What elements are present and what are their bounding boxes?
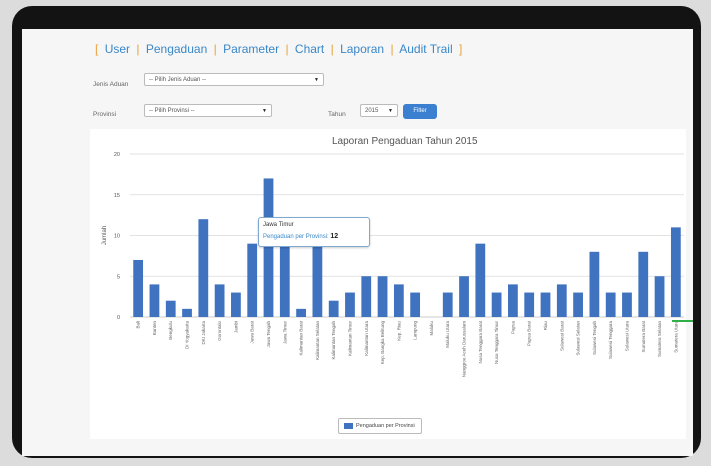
x-tick-label: Kalimantan Barat	[299, 320, 304, 355]
bar	[491, 292, 502, 317]
bar	[670, 227, 681, 317]
bar	[524, 292, 535, 317]
x-tick-label: Gorontalo	[217, 321, 222, 341]
bar	[328, 300, 339, 317]
x-tick-label: DI Yogyakarta	[185, 321, 190, 350]
bar	[263, 178, 274, 317]
x-tick-label: Riau	[543, 321, 548, 331]
bar	[247, 243, 258, 317]
tooltip-series-label: Pengaduan per Provinsi	[263, 234, 328, 240]
x-tick-label: Kalimantan Tengah	[331, 321, 336, 360]
tooltip-series: Pengaduan per Provinsi: 12	[263, 233, 339, 240]
bar	[589, 251, 600, 317]
x-tick-label: Sulawesi Selatan	[576, 321, 581, 356]
x-tick-label: Nanggroe Aceh Darussalam	[462, 321, 467, 378]
x-tick-label: Bali	[136, 321, 141, 329]
bar	[573, 292, 583, 317]
bar	[410, 292, 421, 317]
bar	[361, 276, 372, 317]
bar	[231, 292, 241, 317]
x-tick-label: Jawa Timur	[282, 321, 287, 345]
bar	[296, 308, 306, 317]
bar	[393, 284, 404, 317]
x-tick-label: Sumatera Utara	[673, 321, 678, 353]
bar	[508, 284, 518, 317]
x-tick-label: Bengkulu	[168, 321, 173, 340]
bar	[345, 292, 355, 317]
bar	[540, 292, 551, 317]
bar	[149, 284, 160, 317]
chart-tooltip: Jawa Timur Pengaduan per Provinsi: 12	[258, 217, 370, 247]
bar	[622, 292, 632, 317]
x-tick-label: Banten	[152, 321, 157, 336]
y-tick-label: 15	[114, 193, 120, 199]
x-tick-label: Sulawesi Tengah	[592, 321, 597, 355]
x-tick-label: Nusa Tenggara Barat	[478, 320, 483, 363]
x-tick-label: Sumatera Selatan	[657, 321, 662, 358]
x-tick-label: Lampung	[413, 321, 418, 340]
x-tick-label: Papua	[510, 321, 515, 335]
bar	[133, 259, 144, 317]
chart-legend[interactable]: Pengaduan per Provinsi	[338, 418, 422, 434]
bar	[165, 300, 176, 317]
x-tick-label: Kep. Bangka Belitung	[380, 321, 385, 365]
x-tick-label: Jawa Tengah	[266, 321, 271, 348]
x-tick-label: Papua Barat	[527, 320, 532, 346]
tooltip-value: 12	[330, 233, 339, 240]
legend-swatch	[344, 423, 353, 429]
bar	[182, 308, 192, 317]
x-tick-label: Sulawesi Tenggara	[608, 321, 613, 359]
x-tick-label: Kep. Riau	[396, 321, 401, 341]
x-tick-label: Jawa Barat	[250, 320, 255, 343]
bar	[214, 284, 225, 317]
bar	[605, 292, 616, 317]
y-tick-label: 20	[114, 152, 120, 158]
bar	[459, 276, 469, 317]
x-tick-label: Jambi	[233, 321, 238, 333]
bar	[198, 219, 209, 317]
y-tick-label: 5	[117, 274, 120, 280]
x-tick-label: Sulawesi Utara	[624, 321, 629, 352]
tooltip-title: Jawa Timur	[263, 222, 294, 228]
x-tick-label: DKI Jakarta	[201, 321, 206, 345]
x-tick-label: Maluku Utara	[445, 321, 450, 348]
x-tick-label: Sumatera Barat	[641, 320, 646, 352]
x-tick-label: Sulawesi Barat	[559, 320, 564, 351]
bar	[475, 243, 486, 317]
bar	[442, 292, 453, 317]
bar	[654, 276, 665, 317]
y-tick-label: 0	[117, 315, 120, 321]
x-tick-label: Kalimantan Selatan	[315, 321, 320, 361]
green-indicator-line	[672, 320, 693, 322]
x-tick-label: Kalimantan Utara	[364, 321, 369, 356]
y-axis-label: Jumlah	[102, 226, 108, 245]
bar	[377, 276, 388, 317]
y-tick-label: 10	[114, 234, 120, 240]
bar	[638, 251, 649, 317]
legend-label: Pengaduan per Provinsi	[356, 423, 415, 429]
x-tick-label: Nusa Tenggara Timur	[494, 321, 499, 364]
bar	[556, 284, 567, 317]
x-tick-label: Kalimantan Timur	[347, 321, 352, 357]
x-tick-label: Maluku	[429, 321, 434, 336]
app-screen: [ User | Pengaduan | Parameter | Chart |…	[22, 29, 693, 456]
